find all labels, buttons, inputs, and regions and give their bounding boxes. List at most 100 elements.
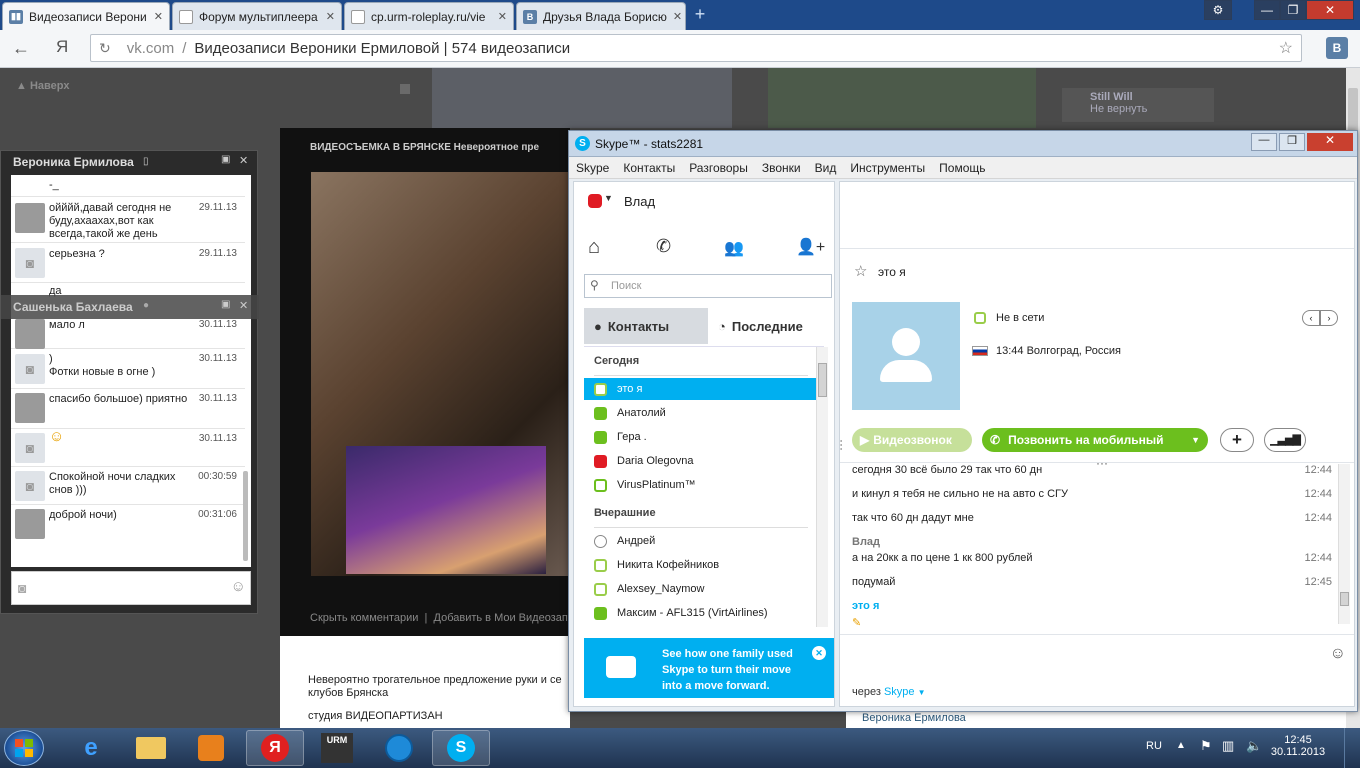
contact-item[interactable]: Alexsey_Naymow [594,578,824,600]
language-indicator[interactable]: RU [1146,740,1162,752]
vk-extension-icon[interactable]: В [1326,37,1348,59]
menu-skype[interactable]: Skype [569,161,616,175]
group-icon[interactable]: 👥 [724,238,744,258]
video-call-button[interactable]: ▶ Видеозвонок [852,428,972,452]
tab-vk-videos[interactable]: ▮▮ Видеозаписи Верони ✕ [2,2,170,30]
close-chat-icon[interactable]: ✕ [239,154,248,167]
ie-taskbar-button[interactable]: e [62,730,120,766]
dropdown-arrow-icon[interactable]: ▼ [1191,435,1200,445]
menu-conversations[interactable]: Разговоры [682,161,755,175]
tab-friends[interactable]: B Друзья Влада Борисю ✕ [516,2,686,30]
yandex-browser-taskbar-button[interactable]: Я [246,730,304,766]
contact-item[interactable]: это я [594,378,824,400]
star-icon[interactable]: ☆ [854,262,867,280]
action-center-icon[interactable]: ⚑ [1200,738,1212,754]
status-dnd-icon[interactable] [588,194,602,208]
add-participant-button[interactable]: + [1220,428,1254,452]
tab-urm[interactable]: cp.urm-roleplay.ru/vie ✕ [344,2,514,30]
contact-item[interactable]: Гера . [594,426,824,448]
close-chat-icon[interactable]: ✕ [239,299,248,312]
camera-icon[interactable]: ◙ [18,580,26,596]
chat-scrollbar[interactable] [243,471,248,561]
tab-recent[interactable]: ◔ Последние [708,308,832,344]
new-tab-button[interactable]: + [690,4,710,24]
star-icon[interactable]: ☆ [1279,38,1293,58]
send-via[interactable]: через Skype ▼ [852,686,926,698]
scrollbar-thumb[interactable] [818,363,827,397]
minimize-button[interactable]: — [1254,0,1280,20]
smiley-icon[interactable]: ☺ [1330,645,1346,663]
add-contact-icon[interactable]: 👤+ [796,237,825,257]
next-arrow-icon[interactable]: › [1320,310,1338,326]
tab-contacts[interactable]: ● Контакты [584,308,708,344]
menu-calls[interactable]: Звонки [755,161,808,175]
smiley-icon[interactable]: ☺ [231,578,246,595]
volume-icon[interactable]: 🔈 [1246,738,1262,754]
menu-help[interactable]: Помощь [932,161,992,175]
close-window-button[interactable]: ✕ [1306,0,1354,20]
mail-icon[interactable] [400,84,410,94]
contact-item[interactable]: Андрей [594,530,824,552]
current-user-name[interactable]: Влад [624,194,655,209]
settings-icon[interactable]: ⚙ [1204,0,1232,20]
close-icon[interactable]: ✕ [320,10,335,23]
contact-item[interactable]: Daria Olegovna [594,450,824,472]
call-mobile-button[interactable]: ✆ Позвонить на мобильный ▼ [982,428,1208,452]
video-thumb[interactable] [768,68,1036,128]
prev-arrow-icon[interactable]: ‹ [1302,310,1320,326]
start-button[interactable] [4,730,44,766]
contact-item[interactable]: Анатолий [594,402,824,424]
media-player-taskbar-button[interactable] [182,730,240,766]
urm-taskbar-button[interactable]: URM [308,730,366,766]
close-icon[interactable]: ✕ [492,10,507,23]
network-icon[interactable]: ▥ [1222,738,1234,754]
suggest-card[interactable]: Still Will Не вернуть [1062,88,1214,122]
maximize-button[interactable]: ❐ [1279,133,1305,151]
tray-expand-icon[interactable]: ▲ [1176,740,1186,751]
contact-item[interactable]: Никита Кофейников [594,554,824,576]
video-thumb[interactable] [432,68,732,128]
home-icon[interactable]: ⌂ [588,236,600,259]
close-icon[interactable]: ✕ [148,10,163,23]
contacts-scrollbar[interactable] [816,347,828,627]
scrollbar-thumb[interactable] [1340,592,1349,606]
message-input[interactable]: ☺ [840,635,1354,679]
minimize-button[interactable]: — [1251,133,1277,151]
minimize-chat-icon[interactable]: ▣ [221,154,230,165]
close-icon[interactable]: ✕ [667,10,682,23]
skype-taskbar-button[interactable]: S [432,730,490,766]
maximize-button[interactable]: ❐ [1280,0,1306,20]
minimize-chat-icon[interactable]: ▣ [221,299,230,310]
reload-icon[interactable]: ↻ [99,40,111,57]
contact-item[interactable]: VirusPlatinum™ [594,474,824,496]
chat2-header[interactable]: Сашенька Бахлаева ● ▣ ✕ [1,295,259,319]
call-quality-icon[interactable]: ▁▃▅▇ [1264,428,1306,452]
chat-input[interactable]: ◙ ☺ [11,571,251,605]
menu-view[interactable]: Вид [808,161,844,175]
contact-item[interactable]: Максим - AFL315 (VirtAirlines) [594,602,824,624]
pane-splitter-icon[interactable]: ··· [835,439,849,451]
avatar[interactable] [15,393,45,423]
video-player[interactable]: ВИДЕОСЪЕМКА В БРЯНСКЕ Невероятное пре Ск… [280,128,574,636]
search-input[interactable]: ⚲ Поиск [584,274,832,298]
close-promo-icon[interactable]: ✕ [812,646,826,660]
address-bar[interactable]: ↻ vk.com / Видеозаписи Вероники Ермилово… [90,34,1302,62]
promo-banner[interactable]: See how one family used Skype to turn th… [584,638,834,698]
avatar[interactable] [15,509,45,539]
video-links[interactable]: Скрыть комментарии | Добавить в Мои Виде… [310,612,574,624]
menu-tools[interactable]: Инструменты [843,161,932,175]
conversation-scrollbar[interactable] [1338,464,1350,624]
skype-titlebar[interactable]: S Skype™ - stats2281 — ❐ ✕ [569,131,1357,157]
tab-forum[interactable]: Форум мультиплеера ✕ [172,2,342,30]
avatar[interactable] [15,319,45,349]
phone-icon[interactable]: ✆ [656,236,671,257]
clock[interactable]: 12:45 30.11.2013 [1268,734,1328,758]
show-desktop-button[interactable] [1344,728,1360,768]
yandex-icon[interactable]: Я [56,37,68,57]
menu-contacts[interactable]: Контакты [616,161,682,175]
explorer-taskbar-button[interactable] [122,730,180,766]
back-arrow-icon[interactable]: ← [12,38,30,59]
close-window-button[interactable]: ✕ [1307,133,1353,151]
back-to-top-link[interactable]: ▲ Наверх [16,80,69,92]
dropdown-arrow-icon[interactable]: ▼ [604,193,613,203]
